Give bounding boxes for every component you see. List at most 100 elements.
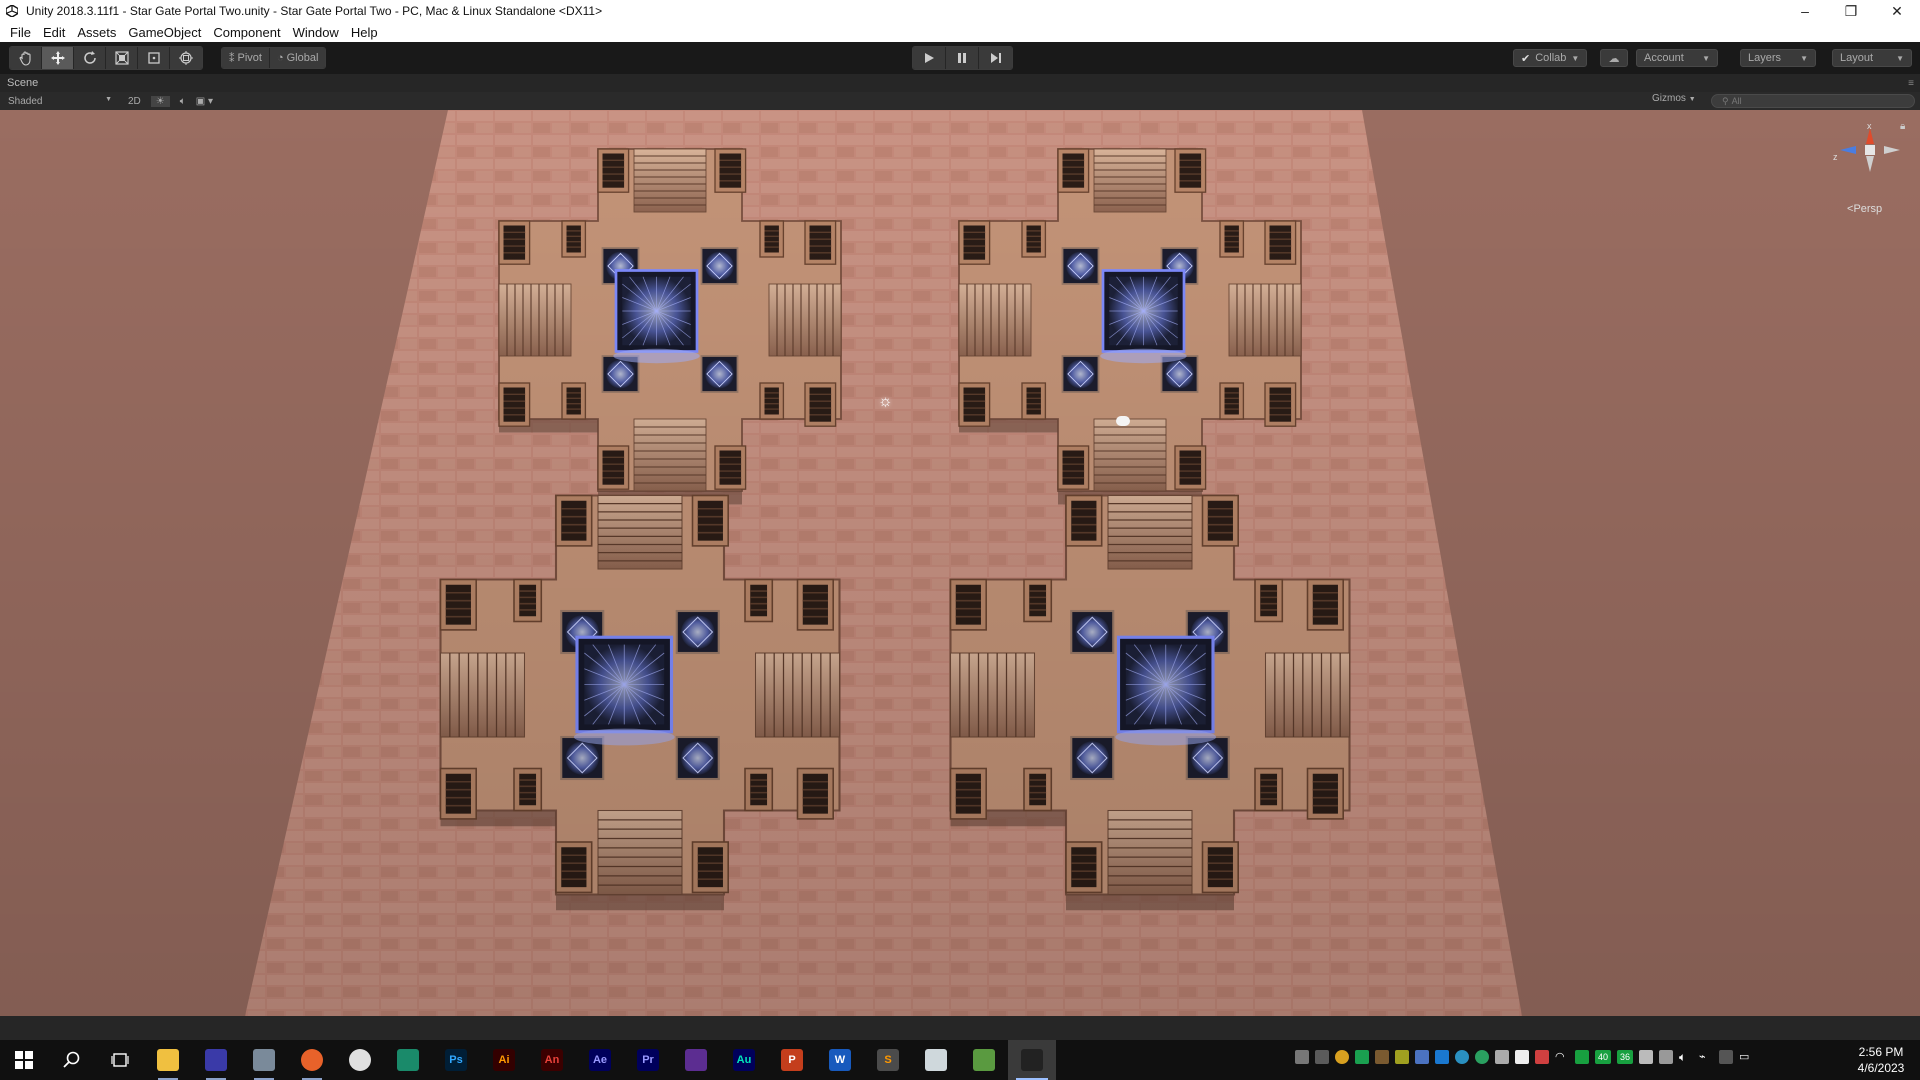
close-button[interactable]: ✕ — [1874, 0, 1920, 22]
taskbar-app-illustrator[interactable]: Ai — [480, 1040, 528, 1080]
notification-icon[interactable]: ▭ — [1739, 1050, 1753, 1064]
taskbar-app-photoshop[interactable]: Ps — [432, 1040, 480, 1080]
gpu-temp-badge[interactable]: 40 — [1595, 1050, 1611, 1064]
taskbar-app-audition[interactable]: Au — [720, 1040, 768, 1080]
axis-x-label: x — [1867, 121, 1872, 131]
menu-component[interactable]: Component — [207, 25, 286, 40]
search-icon — [63, 1051, 80, 1068]
projection-label[interactable]: <Persp — [1847, 203, 1882, 215]
network-icon[interactable]: ⌁ — [1699, 1050, 1713, 1064]
transform-tool-button[interactable] — [170, 47, 202, 69]
taskbar-app-dreamweaver-like[interactable] — [384, 1040, 432, 1080]
taskbar-app-file-explorer[interactable] — [144, 1040, 192, 1080]
account-dropdown[interactable]: Account ▼ — [1636, 49, 1718, 67]
taskbar-app-firefox[interactable] — [288, 1040, 336, 1080]
play-icon — [925, 53, 934, 63]
taskbar-app-sublime-text[interactable]: S — [864, 1040, 912, 1080]
effects-toggle-icon[interactable]: ▣ ▾ — [196, 96, 213, 107]
pivot-toggles: ⁑ Pivot ◔ Global — [221, 47, 327, 69]
tray-icon[interactable] — [1415, 1050, 1429, 1064]
volume-icon[interactable]: 🔈︎ — [1679, 1050, 1693, 1064]
tray-icon[interactable] — [1515, 1050, 1529, 1064]
cpu-temp-badge[interactable]: 36 — [1617, 1050, 1633, 1064]
tray-icon[interactable] — [1455, 1050, 1469, 1064]
taskbar-app-snip-tool[interactable] — [960, 1040, 1008, 1080]
taskbar-app-after-effects[interactable]: Ae — [576, 1040, 624, 1080]
snip-tool-icon — [973, 1049, 995, 1071]
tray-icon[interactable] — [1355, 1050, 1369, 1064]
toggle-2d-button[interactable]: 2D — [128, 96, 141, 107]
layout-dropdown[interactable]: Layout ▼ — [1832, 49, 1912, 67]
move-tool-button[interactable] — [42, 47, 74, 69]
keyboard-icon[interactable] — [1719, 1050, 1733, 1064]
step-button[interactable] — [979, 47, 1012, 69]
scene-tab-header: Scene ≡ — [0, 74, 1920, 92]
taskbar-app-notepad[interactable] — [912, 1040, 960, 1080]
panel-menu-icon[interactable]: ≡ — [1908, 78, 1914, 89]
menu-window[interactable]: Window — [287, 25, 345, 40]
global-toggle[interactable]: ◔ Global — [269, 48, 326, 68]
hand-tool-button[interactable] — [10, 47, 42, 69]
system-clock[interactable]: 2:56 PM 4/6/2023 — [1846, 1044, 1916, 1076]
visual-studio-icon — [685, 1049, 707, 1071]
shading-mode-dropdown[interactable]: Shaded ▼ — [0, 96, 118, 107]
tray-icon[interactable] — [1639, 1050, 1653, 1064]
scene-render — [0, 110, 1920, 1016]
tray-icon[interactable] — [1575, 1050, 1589, 1064]
taskbar-app-powerpoint[interactable]: P — [768, 1040, 816, 1080]
menu-file[interactable]: File — [4, 25, 37, 40]
scale-tool-button[interactable] — [106, 47, 138, 69]
rotate-tool-button[interactable] — [74, 47, 106, 69]
clock-time: 2:56 PM — [1858, 1045, 1904, 1059]
taskbar-app-premiere[interactable]: Pr — [624, 1040, 672, 1080]
camera-gizmo-icon[interactable] — [1116, 416, 1130, 426]
tab-scene[interactable]: Scene — [7, 77, 38, 89]
tray-icon[interactable] — [1395, 1050, 1409, 1064]
pivot-toggle[interactable]: ⁑ Pivot — [222, 48, 270, 68]
lighting-toggle-icon[interactable]: ☀ — [150, 95, 170, 107]
cloud-button[interactable]: ☁ — [1600, 49, 1628, 67]
menu-help[interactable]: Help — [345, 25, 384, 40]
taskbar-app-word[interactable]: W — [816, 1040, 864, 1080]
usb-icon[interactable] — [1659, 1050, 1673, 1064]
tray-icon[interactable] — [1495, 1050, 1509, 1064]
menu-edit[interactable]: Edit — [37, 25, 71, 40]
tray-icon[interactable] — [1375, 1050, 1389, 1064]
taskbar-app-unity-hub[interactable] — [192, 1040, 240, 1080]
taskbar-app-unknown-app[interactable] — [240, 1040, 288, 1080]
tray-icon[interactable] — [1315, 1050, 1329, 1064]
unity-editor-icon — [1021, 1049, 1043, 1071]
tray-icon[interactable] — [1535, 1050, 1549, 1064]
restore-button[interactable]: ❐ — [1828, 0, 1874, 22]
rect-tool-button[interactable] — [138, 47, 170, 69]
task-view-icon — [111, 1053, 129, 1067]
tray-icon[interactable] — [1435, 1050, 1449, 1064]
audio-toggle-icon[interactable]: 🔈︎ — [180, 96, 186, 107]
pause-button[interactable] — [946, 47, 979, 69]
menu-assets[interactable]: Assets — [71, 25, 122, 40]
account-label: Account — [1644, 52, 1684, 64]
tray-icon[interactable] — [1295, 1050, 1309, 1064]
axis-z-label: z — [1833, 152, 1838, 162]
layers-dropdown[interactable]: Layers ▼ — [1740, 49, 1816, 67]
tray-icon[interactable] — [1335, 1050, 1349, 1064]
gizmos-dropdown[interactable]: Gizmos ▼ — [1652, 93, 1696, 104]
taskbar-app-unity-editor[interactable] — [1008, 1040, 1056, 1080]
taskbar-app-chrome[interactable] — [336, 1040, 384, 1080]
start-button[interactable] — [0, 1040, 48, 1080]
collab-button[interactable]: ✔ Collab ▼ — [1513, 49, 1588, 67]
taskbar-app-animate[interactable]: An — [528, 1040, 576, 1080]
scene-viewport[interactable]: ☼ — [0, 110, 1920, 1016]
pivot-label: Pivot — [237, 52, 262, 64]
tray-icon[interactable] — [1475, 1050, 1489, 1064]
directional-light-icon[interactable]: ☼ — [878, 393, 893, 411]
minimize-button[interactable]: – — [1782, 0, 1828, 22]
lock-icon[interactable]: 🔒︎ — [1900, 121, 1905, 132]
taskbar-app-visual-studio[interactable] — [672, 1040, 720, 1080]
play-button[interactable] — [913, 47, 946, 69]
hierarchy-search-input[interactable]: ⚲ All — [1711, 94, 1915, 108]
wifi-icon[interactable]: ◠ — [1555, 1050, 1569, 1064]
menu-gameobject[interactable]: GameObject — [122, 25, 207, 40]
search-button[interactable] — [48, 1040, 96, 1080]
task-view-button[interactable] — [96, 1040, 144, 1080]
